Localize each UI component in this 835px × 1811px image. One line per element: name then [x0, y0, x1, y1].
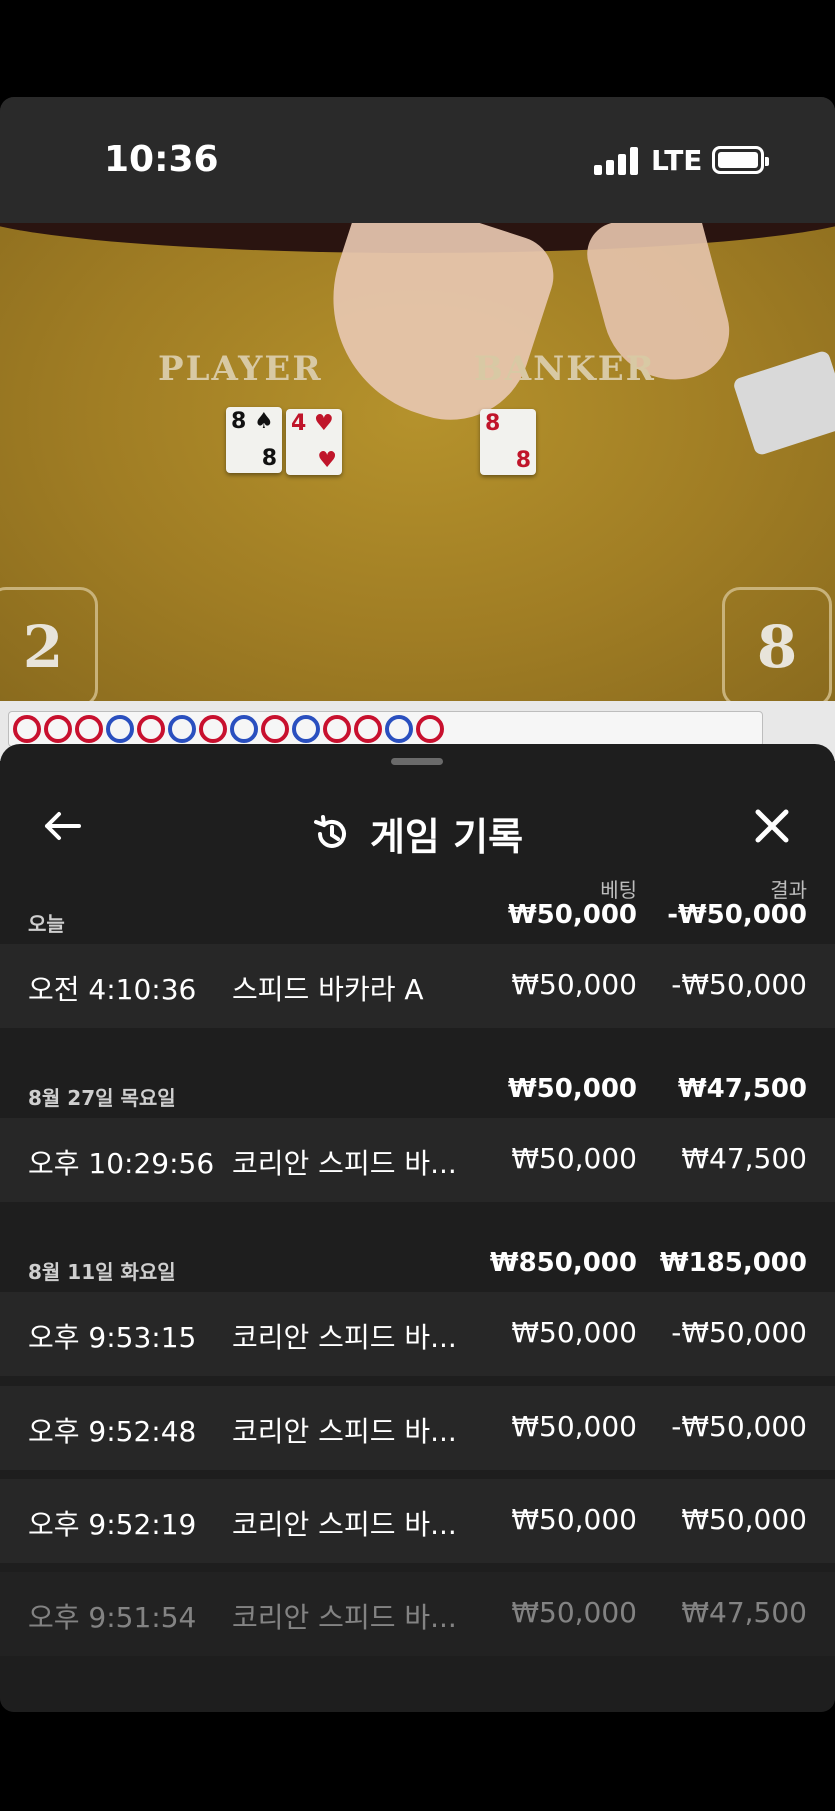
live-video-stream[interactable]: PLAYER BANKER 8 ♠ 8 4 ♥ ♥ 8 8 2 8: [0, 223, 835, 701]
banker-bead: [292, 715, 320, 743]
network-label: LTE: [651, 144, 703, 177]
row-result: ₩47,500: [681, 1142, 807, 1175]
row-time: 오전 4:10:36: [28, 973, 197, 1006]
player-bead: [75, 715, 103, 743]
row-game: 코리안 스피드 바...: [232, 1415, 457, 1448]
player-card-2: 4 ♥ ♥: [286, 409, 342, 475]
player-bead: [44, 715, 72, 743]
history-row[interactable]: 오후 9:52:48 코리안 스피드 바... ₩50,000 -₩50,000: [0, 1386, 835, 1470]
close-button[interactable]: [748, 802, 796, 850]
row-result: -₩50,000: [671, 1410, 807, 1443]
row-game: 코리안 스피드 바...: [232, 1147, 457, 1180]
group-bet-total: ₩50,000: [507, 1074, 637, 1104]
group-bet-total: ₩850,000: [489, 1248, 637, 1278]
row-game: 스피드 바카라 A: [232, 973, 424, 1006]
player-bead: [13, 715, 41, 743]
row-time: 오후 9:52:19: [28, 1508, 197, 1541]
player-score: 2: [0, 587, 98, 701]
banker-bead: [106, 715, 134, 743]
history-icon: [313, 814, 346, 848]
bead-road-grid: [8, 711, 763, 747]
group-date: 8월 27일 목요일: [28, 1086, 176, 1110]
group-header-today: 오늘 ₩50,000 -₩50,000: [0, 892, 835, 944]
player-bead: [199, 715, 227, 743]
player-bead: [137, 715, 165, 743]
row-game: 코리안 스피드 바...: [232, 1321, 457, 1354]
row-bet: ₩50,000: [511, 1503, 637, 1536]
banker-bead: [168, 715, 196, 743]
player-bead: [323, 715, 351, 743]
row-bet: ₩50,000: [511, 1596, 637, 1629]
phone-screen: 10:36 LTE PLAYER BANKER 8♠ 8 4♥ ♥ 8 8: [0, 97, 835, 1712]
sheet-header: 게임 기록: [0, 774, 835, 874]
row-game: 코리안 스피드 바...: [232, 1601, 457, 1634]
history-row[interactable]: 오후 9:52:19 코리안 스피드 바... ₩50,000 ₩50,000: [0, 1479, 835, 1563]
bottom-letterbox: [0, 1712, 835, 1811]
group-header-aug-27: 8월 27일 목요일 ₩50,000 ₩47,500: [0, 1066, 835, 1118]
row-time: 오후 9:53:15: [28, 1321, 197, 1354]
banker-score: 8: [722, 587, 832, 701]
group-result-total: ₩185,000: [659, 1248, 807, 1278]
history-row[interactable]: 오전 4:10:36 스피드 바카라 A ₩50,000 -₩50,000: [0, 944, 835, 1028]
player-label: PLAYER: [158, 349, 323, 389]
drag-handle[interactable]: [391, 758, 443, 765]
status-time: 10:36: [104, 139, 219, 180]
battery-icon: [712, 146, 769, 174]
row-bet: ₩50,000: [511, 1316, 637, 1349]
group-result-total: ₩47,500: [677, 1074, 807, 1104]
sheet-title-group: 게임 기록: [0, 806, 835, 861]
group-date: 8월 11일 화요일: [28, 1260, 176, 1284]
player-bead: [416, 715, 444, 743]
row-bet: ₩50,000: [511, 1142, 637, 1175]
row-bet: ₩50,000: [511, 968, 637, 1001]
group-bet-total: ₩50,000: [507, 900, 637, 930]
row-time: 오후 9:52:48: [28, 1415, 197, 1448]
player-card-1: 8 ♠ 8: [226, 407, 282, 473]
history-row[interactable]: 오후 9:51:54 코리안 스피드 바... ₩50,000 ₩47,500: [0, 1572, 835, 1656]
banker-card-1: 8 8: [480, 409, 536, 475]
row-result: ₩47,500: [681, 1596, 807, 1629]
group-date: 오늘: [28, 912, 65, 936]
signal-icon: [594, 147, 638, 175]
row-time: 오후 10:29:56: [28, 1147, 215, 1180]
history-row[interactable]: 오후 10:29:56 코리안 스피드 바... ₩50,000 ₩47,500: [0, 1118, 835, 1202]
top-letterbox: [0, 0, 835, 97]
banker-bead: [230, 715, 258, 743]
sheet-title: 게임 기록: [369, 815, 524, 859]
group-result-total: -₩50,000: [667, 900, 807, 930]
group-header-aug-11: 8월 11일 화요일 ₩850,000 ₩185,000: [0, 1240, 835, 1292]
player-bead: [354, 715, 382, 743]
banker-label: BANKER: [474, 349, 656, 389]
player-bead: [261, 715, 289, 743]
row-game: 코리안 스피드 바...: [232, 1508, 457, 1541]
status-bar: 10:36 LTE: [0, 97, 835, 223]
close-icon: [755, 809, 789, 843]
dealer-arm-left: [302, 223, 564, 441]
game-history-sheet: 게임 기록 베팅 결과 오늘 ₩50,000 -₩50,000 오전 4:10:…: [0, 744, 835, 1712]
card-shoe: [732, 349, 835, 457]
row-result: ₩50,000: [681, 1503, 807, 1536]
row-bet: ₩50,000: [511, 1410, 637, 1443]
row-result: -₩50,000: [671, 968, 807, 1001]
row-result: -₩50,000: [671, 1316, 807, 1349]
history-row[interactable]: 오후 9:53:15 코리안 스피드 바... ₩50,000 -₩50,000: [0, 1292, 835, 1376]
row-time: 오후 9:51:54: [28, 1601, 197, 1634]
banker-bead: [385, 715, 413, 743]
